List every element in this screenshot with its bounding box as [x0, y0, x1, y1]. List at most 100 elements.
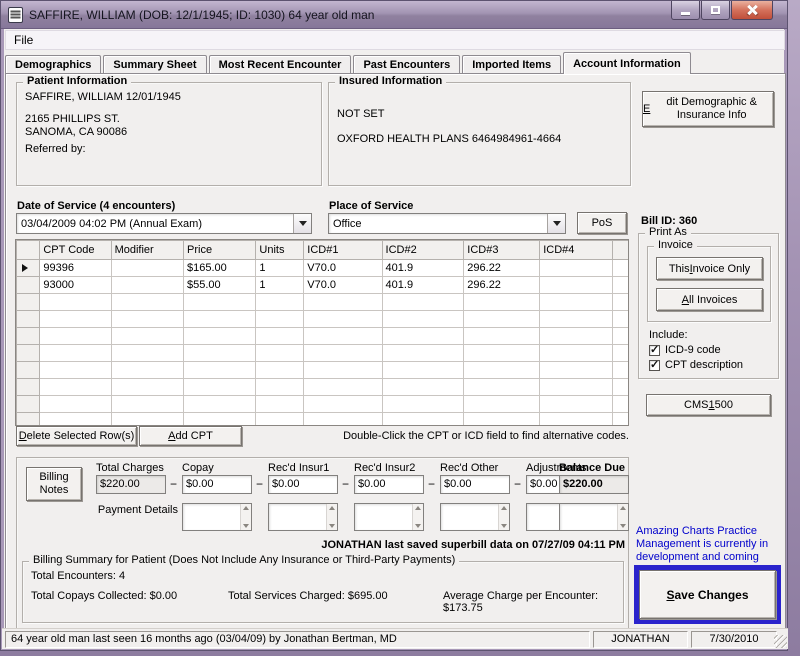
- minus-op: −: [170, 477, 177, 491]
- maximize-button[interactable]: [701, 1, 730, 20]
- payment-details-box[interactable]: [559, 503, 629, 531]
- scroll-down-icon: [243, 524, 249, 528]
- minus-op: −: [514, 477, 521, 491]
- icd9-code-checkbox[interactable]: [649, 345, 660, 356]
- total-charges-label: Total Charges: [96, 462, 166, 474]
- table-row[interactable]: 99396 $165.001 V70.0401.9 296.22: [17, 260, 630, 277]
- date-of-service-value: 03/04/2009 04:02 PM (Annual Exam): [17, 218, 293, 230]
- cms1500-button[interactable]: CMS1500: [646, 394, 771, 416]
- payment-details-box[interactable]: [440, 503, 510, 531]
- patient-name-dob: SAFFIRE, WILLIAM 12/01/1945: [25, 91, 181, 104]
- scroll-down-icon: [501, 524, 507, 528]
- status-user: JONATHAN: [593, 631, 688, 648]
- table-row[interactable]: [17, 413, 630, 427]
- cpt-grid[interactable]: CPT Code Modifier Price Units ICD#1 ICD#…: [15, 239, 629, 426]
- scroll-down-icon: [329, 524, 335, 528]
- tab-most-recent-encounter[interactable]: Most Recent Encounter: [209, 55, 352, 74]
- scroll-down-icon: [620, 524, 626, 528]
- mini-scrollbar[interactable]: [498, 504, 509, 530]
- table-row[interactable]: [17, 362, 630, 379]
- date-of-service-select[interactable]: 03/04/2009 04:02 PM (Annual Exam): [16, 213, 312, 234]
- invoice-legend: Invoice: [654, 239, 697, 251]
- all-invoices-button[interactable]: All Invoices: [656, 288, 763, 311]
- col-units: Units: [256, 241, 304, 260]
- col-icd4: ICD#4: [540, 241, 612, 260]
- tab-past-encounters[interactable]: Past Encounters: [353, 55, 460, 74]
- place-of-service-label: Place of Service: [329, 200, 413, 212]
- chevron-down-icon: [553, 221, 561, 226]
- col-cpt-code: CPT Code: [40, 241, 111, 260]
- table-row[interactable]: [17, 396, 630, 413]
- recd-other-input[interactable]: $0.00: [440, 475, 510, 494]
- mini-scrollbar[interactable]: [412, 504, 423, 530]
- resize-grip[interactable]: [774, 635, 787, 648]
- this-invoice-only-button[interactable]: This Invoice Only: [656, 257, 763, 280]
- billing-summary-group: Billing Summary for Patient (Does Not In…: [22, 561, 624, 623]
- maximize-icon: [711, 6, 720, 14]
- app-window: SAFFIRE, WILLIAM (DOB: 12/1/1945; ID: 10…: [0, 0, 788, 651]
- recd-insur2-field: Rec'd Insur2 $0.00: [354, 462, 424, 494]
- recd-insur1-label: Rec'd Insur1: [268, 462, 338, 474]
- payment-details-box[interactable]: [354, 503, 424, 531]
- table-row[interactable]: [17, 311, 630, 328]
- include-label: Include:: [649, 329, 688, 341]
- patient-information-group: Patient Information SAFFIRE, WILLIAM 12/…: [16, 82, 322, 186]
- balance-due-value: $220.00: [559, 475, 629, 494]
- status-date: 7/30/2010: [691, 631, 777, 648]
- tab-account-information[interactable]: Account Information: [563, 52, 691, 74]
- place-dropdown-button[interactable]: [547, 214, 565, 233]
- scroll-up-icon: [415, 506, 421, 510]
- billing-summary-legend: Billing Summary for Patient (Does Not In…: [29, 554, 459, 566]
- close-button[interactable]: [731, 1, 773, 20]
- add-cpt-button[interactable]: Add CPT: [139, 426, 242, 446]
- date-dropdown-button[interactable]: [293, 214, 311, 233]
- copay-label: Copay: [182, 462, 252, 474]
- status-message: 64 year old man last seen 16 months ago …: [5, 631, 590, 648]
- payment-details-label: Payment Details: [96, 504, 178, 516]
- total-encounters: Total Encounters: 4: [31, 570, 125, 582]
- minimize-button[interactable]: [671, 1, 700, 20]
- recd-insur2-input[interactable]: $0.00: [354, 475, 424, 494]
- insured-information-group: Insured Information NOT SET OXFORD HEALT…: [328, 82, 631, 186]
- table-row[interactable]: [17, 345, 630, 362]
- col-icd1: ICD#1: [304, 241, 382, 260]
- tab-imported-items[interactable]: Imported Items: [462, 55, 561, 74]
- edit-demographic-insurance-button[interactable]: Edit Demographic & Insurance Info: [642, 91, 774, 127]
- table-row[interactable]: [17, 294, 630, 311]
- table-row[interactable]: 93000 $55.001 V70.0401.9 296.22: [17, 277, 630, 294]
- insured-secondary: OXFORD HEALTH PLANS 6464984961-4664: [337, 133, 561, 146]
- copay-input[interactable]: $0.00: [182, 475, 252, 494]
- statusbar: 64 year old man last seen 16 months ago …: [2, 628, 788, 649]
- mini-scrollbar[interactable]: [240, 504, 251, 530]
- tabstrip: Demographics Summary Sheet Most Recent E…: [5, 53, 693, 74]
- patient-address-line1: 2165 PHILLIPS ST.: [25, 113, 120, 126]
- scroll-up-icon: [243, 506, 249, 510]
- titlebar: SAFFIRE, WILLIAM (DOB: 12/1/1945; ID: 10…: [1, 1, 787, 29]
- place-of-service-select[interactable]: Office: [328, 213, 566, 234]
- tab-demographics[interactable]: Demographics: [5, 55, 101, 74]
- delete-selected-rows-button[interactable]: Delete Selected Row(s): [16, 426, 137, 446]
- save-changes-button[interactable]: Save Changes: [639, 570, 776, 619]
- col-modifier: Modifier: [111, 241, 183, 260]
- minimize-icon: [681, 12, 690, 15]
- patient-address-line2: SANOMA, CA 90086: [25, 126, 127, 139]
- tab-summary-sheet[interactable]: Summary Sheet: [103, 55, 206, 74]
- total-services: Total Services Charged: $695.00: [228, 590, 388, 602]
- payment-details-box[interactable]: [182, 503, 252, 531]
- cpt-description-checkbox[interactable]: [649, 360, 660, 371]
- total-charges-field: Total Charges $220.00: [96, 462, 166, 494]
- insured-primary: NOT SET: [337, 108, 384, 121]
- minus-op: −: [342, 477, 349, 491]
- menu-file[interactable]: File: [14, 33, 33, 47]
- recd-insur1-input[interactable]: $0.00: [268, 475, 338, 494]
- insured-information-legend: Insured Information: [335, 75, 446, 87]
- table-row[interactable]: [17, 379, 630, 396]
- pos-button[interactable]: PoS: [577, 212, 627, 234]
- average-charge: Average Charge per Encounter: $173.75: [443, 590, 623, 614]
- mini-scrollbar[interactable]: [617, 504, 628, 530]
- mini-scrollbar[interactable]: [326, 504, 337, 530]
- total-copays: Total Copays Collected: $0.00: [31, 590, 177, 602]
- billing-notes-button[interactable]: Billing Notes: [26, 467, 82, 501]
- table-row[interactable]: [17, 328, 630, 345]
- payment-details-box[interactable]: [268, 503, 338, 531]
